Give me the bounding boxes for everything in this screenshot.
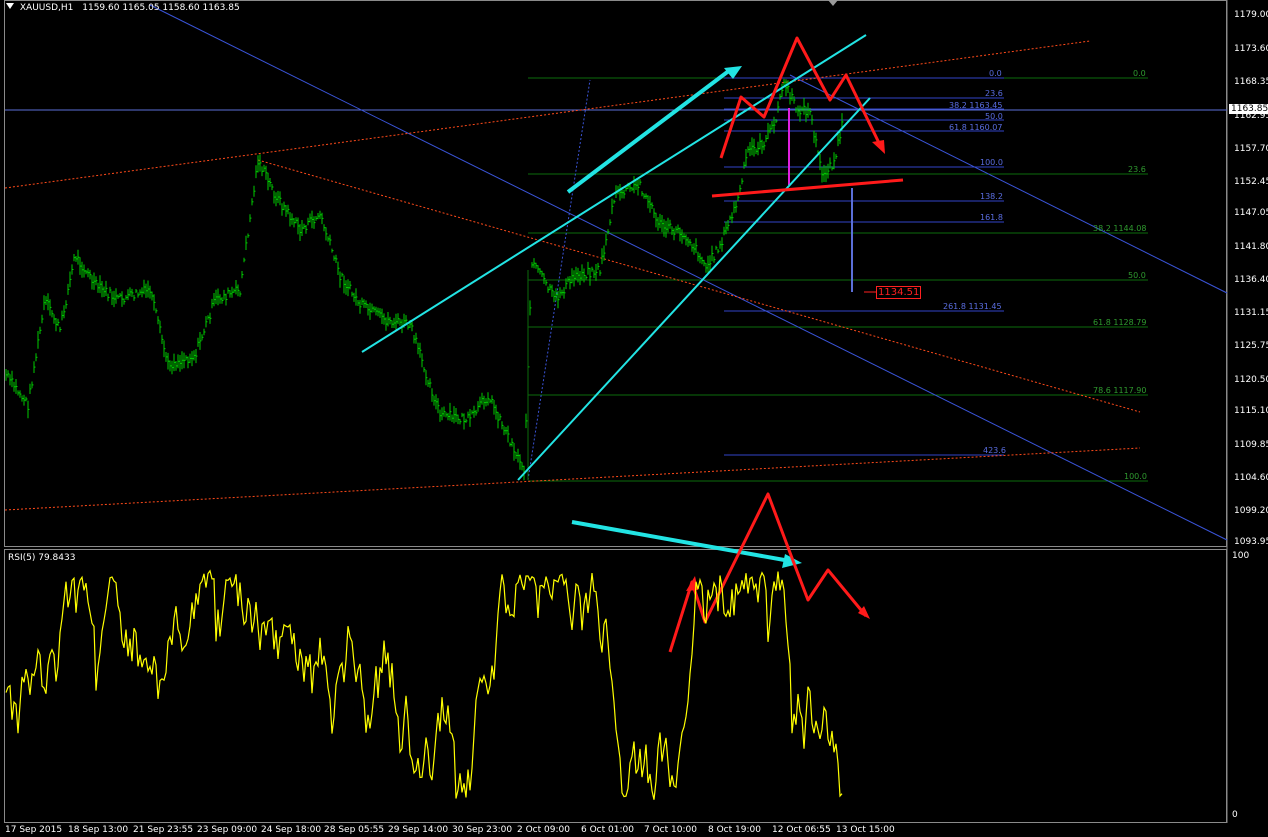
fib-label: 78.6 1117.90 [1093,386,1147,395]
fib-label: 100.0 [980,158,1003,167]
symbol-name: XAUUSD,H1 [19,3,74,13]
price-tick: 1179.00 [1234,10,1268,20]
rsi-scale-top: 100 [1232,551,1250,561]
fib-label: 23.6 [985,89,1003,98]
triangle-down-icon[interactable] [6,3,14,9]
chart-window[interactable]: XAUUSD,H1 1159.60 1165.05 1158.60 1163.8… [0,0,1268,837]
fib-label: 50.0 [1128,271,1146,280]
price-tick: 1152.45 [1234,177,1268,187]
time-tick: 29 Sep 14:00 [388,825,449,835]
fib-label: 50.0 [985,112,1003,121]
price-tick: 1136.40 [1234,275,1268,285]
fib-label: 38.2 1163.45 [949,101,1003,110]
time-tick: 8 Oct 19:00 [708,825,761,835]
ohlc-values: 1159.60 1165.05 1158.60 1163.85 [82,3,240,13]
main-panel-border [4,0,1227,547]
fib-label: 61.8 1160.07 [949,123,1003,132]
rsi-line [5,569,843,800]
price-chart[interactable] [0,0,1268,837]
fib-label: 0.0 [989,69,1002,78]
price-tick: 1173.60 [1234,44,1268,54]
fib-label: 23.6 [1128,165,1146,174]
current-price-tag: 1163.85 [1229,104,1268,114]
chart-shift-marker-icon[interactable] [828,0,838,6]
blue-trendlines [149,4,1228,541]
time-tick: 23 Sep 09:00 [197,825,258,835]
fib-label: 61.8 1128.79 [1093,318,1147,327]
time-tick: 18 Sep 13:00 [68,825,129,835]
time-tick: 30 Sep 23:00 [452,825,513,835]
fib-label: 423.6 [983,446,1006,455]
fib-label: 38.2 1144.08 [1093,224,1147,233]
price-tick: 1141.80 [1234,242,1268,252]
price-tick: 1093.95 [1234,537,1268,547]
time-tick: 12 Oct 06:55 [772,825,831,835]
price-tick: 1157.70 [1234,144,1268,154]
time-tick: 24 Sep 18:00 [261,825,322,835]
time-tick: 2 Oct 09:00 [517,825,570,835]
time-tick: 21 Sep 23:55 [133,825,194,835]
fib-label: 161.8 [980,213,1003,222]
rsi-panel-border [4,549,1227,823]
chart-symbol-header: XAUUSD,H1 1159.60 1165.05 1158.60 1163.8… [6,3,240,13]
rsi-scale-bottom: 0 [1232,810,1238,820]
rsi-indicator-label: RSI(5) 79.8433 [8,553,76,563]
price-tick: 1120.50 [1234,375,1268,385]
price-tick: 1104.60 [1234,473,1268,483]
price-tick: 1125.75 [1234,341,1268,351]
cyan-arrows [566,66,802,568]
time-tick: 7 Oct 10:00 [644,825,697,835]
fib-expansion-mid [724,77,1004,456]
red-pattern-rsi [668,492,870,653]
fib-label: 100.0 [1124,472,1147,481]
time-tick: 17 Sep 2015 [5,825,63,835]
price-tick: 1099.20 [1234,506,1268,516]
price-tick: 1115.10 [1234,406,1268,416]
fib-label: 261.8 1131.45 [943,302,1002,311]
time-tick: 13 Oct 15:00 [836,825,895,835]
time-tick: 6 Oct 01:00 [581,825,634,835]
price-tick: 1131.15 [1234,308,1268,318]
price-tick: 1147.05 [1234,208,1268,218]
price-tick: 1109.85 [1234,440,1268,450]
fib-label: 138.2 [980,192,1003,201]
time-tick: 28 Sep 05:55 [324,825,385,835]
price-tick: 1168.35 [1234,77,1268,87]
fib-label: 0.0 [1133,69,1146,78]
target-price-label: 1134.51 [876,286,922,299]
